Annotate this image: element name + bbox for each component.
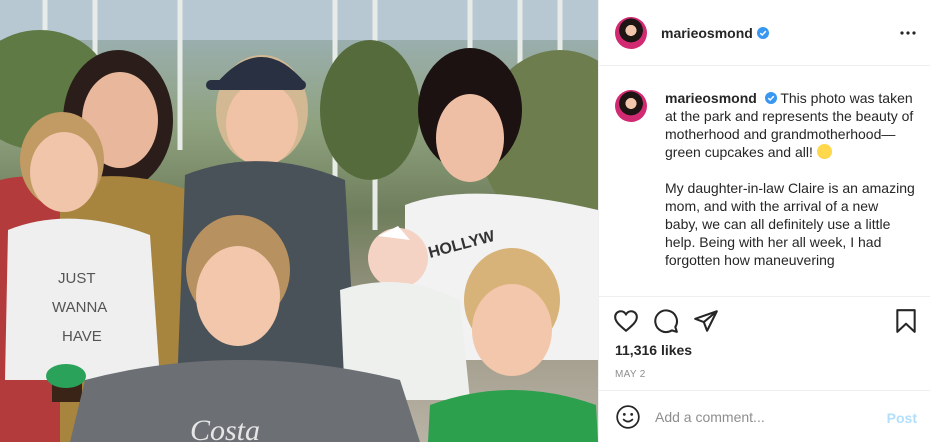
shirt-text-have: HAVE (62, 328, 102, 345)
post-header: marieosmond (599, 0, 930, 66)
heart-icon[interactable] (613, 308, 639, 334)
verified-badge-icon (764, 92, 777, 104)
caption-paragraph-1: marieosmond This photo was taken at the … (665, 89, 915, 161)
post-date[interactable]: MAY 2 (615, 369, 646, 380)
more-options-icon[interactable] (899, 24, 917, 42)
caption-username[interactable]: marieosmond (665, 90, 757, 106)
post-actions: 11,316 likes MAY 2 (599, 296, 930, 390)
comment-icon[interactable] (653, 308, 679, 334)
caption: marieosmond This photo was taken at the … (665, 89, 915, 295)
verified-badge-icon (756, 26, 769, 39)
post-side-panel: marieosmond marieosmond This photo was t… (598, 0, 930, 442)
caption-area: marieosmond This photo was taken at the … (599, 67, 930, 295)
post-comment-button[interactable]: Post (887, 410, 917, 426)
emoji-icon[interactable] (615, 404, 641, 430)
bookmark-icon[interactable] (893, 308, 919, 334)
shirt-text-just: JUST (58, 270, 96, 287)
shirt-text-wanna: WANNA (52, 299, 107, 316)
share-icon[interactable] (693, 308, 719, 334)
avatar[interactable] (615, 16, 647, 49)
post-photo[interactable]: HOLLYW JUST WANNA HAVE Costa (0, 0, 598, 442)
family-photo-illustration: HOLLYW JUST WANNA HAVE Costa (0, 0, 598, 442)
comment-bar: Post (599, 390, 930, 442)
header-username[interactable]: marieosmond (661, 25, 753, 41)
likes-count[interactable]: 11,316 likes (615, 342, 692, 358)
comment-input[interactable] (655, 408, 871, 425)
grin-sweat-emoji-icon (816, 144, 832, 159)
caption-avatar[interactable] (615, 90, 647, 122)
caption-paragraph-2: My daughter-in-law Claire is an amazing … (665, 180, 915, 268)
shirt-text-costa: Costa (190, 414, 260, 442)
